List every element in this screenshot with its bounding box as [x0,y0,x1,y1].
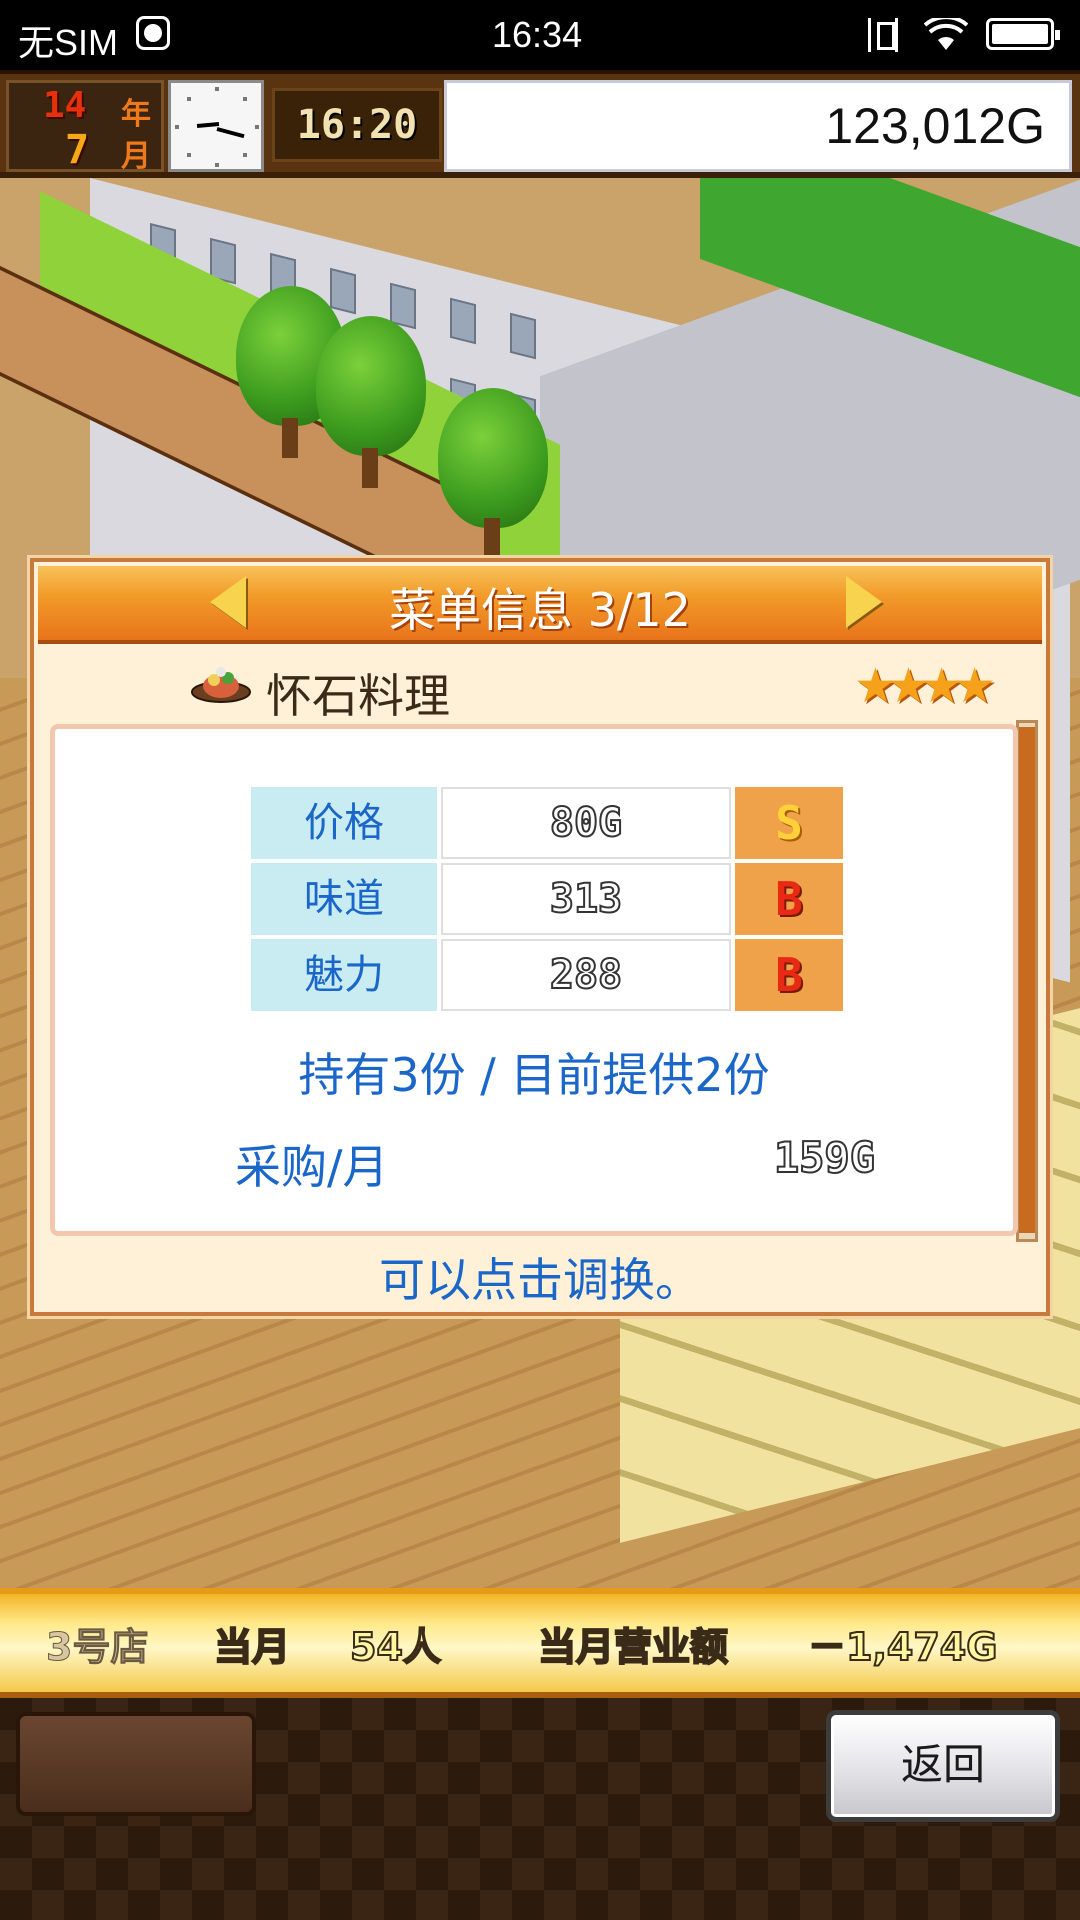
shop-info-bar: 3号店 当月 54人 当月营业额 －1,474G [0,1588,1080,1698]
dialog-header: 菜单信息 3/12 [38,566,1042,644]
scrollbar-thumb[interactable] [1019,727,1035,1233]
clock-icon [168,80,264,172]
year-value: 14 [43,85,87,126]
date-display: 14 年 7 月 [6,80,164,174]
stat-row-price: 价格 80G S [251,787,843,863]
stat-row-appeal: 魅力 288 B [251,939,843,1015]
menu-detail-panel[interactable]: 价格 80G S 味道 313 B 魅力 288 B 持有3份 / 目前提供2份… [50,724,1018,1236]
money-display: 123,012G [444,80,1072,172]
menu-info-dialog[interactable]: 菜单信息 3/12 怀石料理 ★★★★ 价格 80G S 味道 313 B 魅力 [30,558,1050,1316]
rating-stars: ★★★★ [854,658,996,714]
next-arrow-icon[interactable] [846,576,882,628]
stat-value: 288 [441,939,731,1011]
stat-label: 魅力 [251,939,437,1011]
month-label: 月 [121,139,151,174]
battery-icon [986,18,1060,50]
vibrate-icon [868,18,898,52]
status-time: 16:34 [492,14,583,55]
empty-slot [16,1712,256,1816]
month-label: 当月 [213,1624,291,1670]
status-bar: 无SIM 16:34 [0,0,1080,70]
stat-label: 价格 [251,787,437,859]
month-value: 7 [65,127,90,173]
purchase-label: 采购/月 [235,1140,389,1194]
bottom-panel: 返回 [0,1698,1080,1920]
stat-value: 80G [441,787,731,859]
purchase-value: 159G [773,1132,876,1183]
tree-icon [438,388,548,528]
dialog-title: 菜单信息 3/12 [389,583,691,637]
globe-icon [136,16,170,50]
revenue-value: －1,474G [807,1624,998,1670]
scrollbar[interactable] [1016,720,1038,1242]
carrier-label: 无SIM [18,22,119,63]
grade-badge: B [735,863,843,935]
year-label: 年 [121,97,151,132]
stats-table: 价格 80G S 味道 313 B 魅力 288 B [251,787,843,1015]
dish-icon [191,667,251,703]
dish-name: 怀石料理 [266,669,450,723]
grade-badge: B [735,939,843,1011]
stat-row-taste: 味道 313 B [251,863,843,939]
swap-hint[interactable]: 可以点击调换。 [34,1244,1046,1310]
shop-label: 3号店 [45,1625,149,1670]
stat-value: 313 [441,863,731,935]
stat-label: 味道 [251,863,437,935]
back-button[interactable]: 返回 [826,1710,1060,1822]
guest-count: 54人 [349,1624,442,1670]
tree-icon [316,316,426,456]
game-time: 16:20 [272,88,442,162]
revenue-label: 当月营业额 [537,1624,729,1670]
holding-text: 持有3份 / 目前提供2份 [298,1048,770,1102]
game-top-bar: 14 年 7 月 16:20 123,012G [0,70,1080,178]
wifi-icon [924,18,968,50]
grade-badge: S [735,787,843,859]
